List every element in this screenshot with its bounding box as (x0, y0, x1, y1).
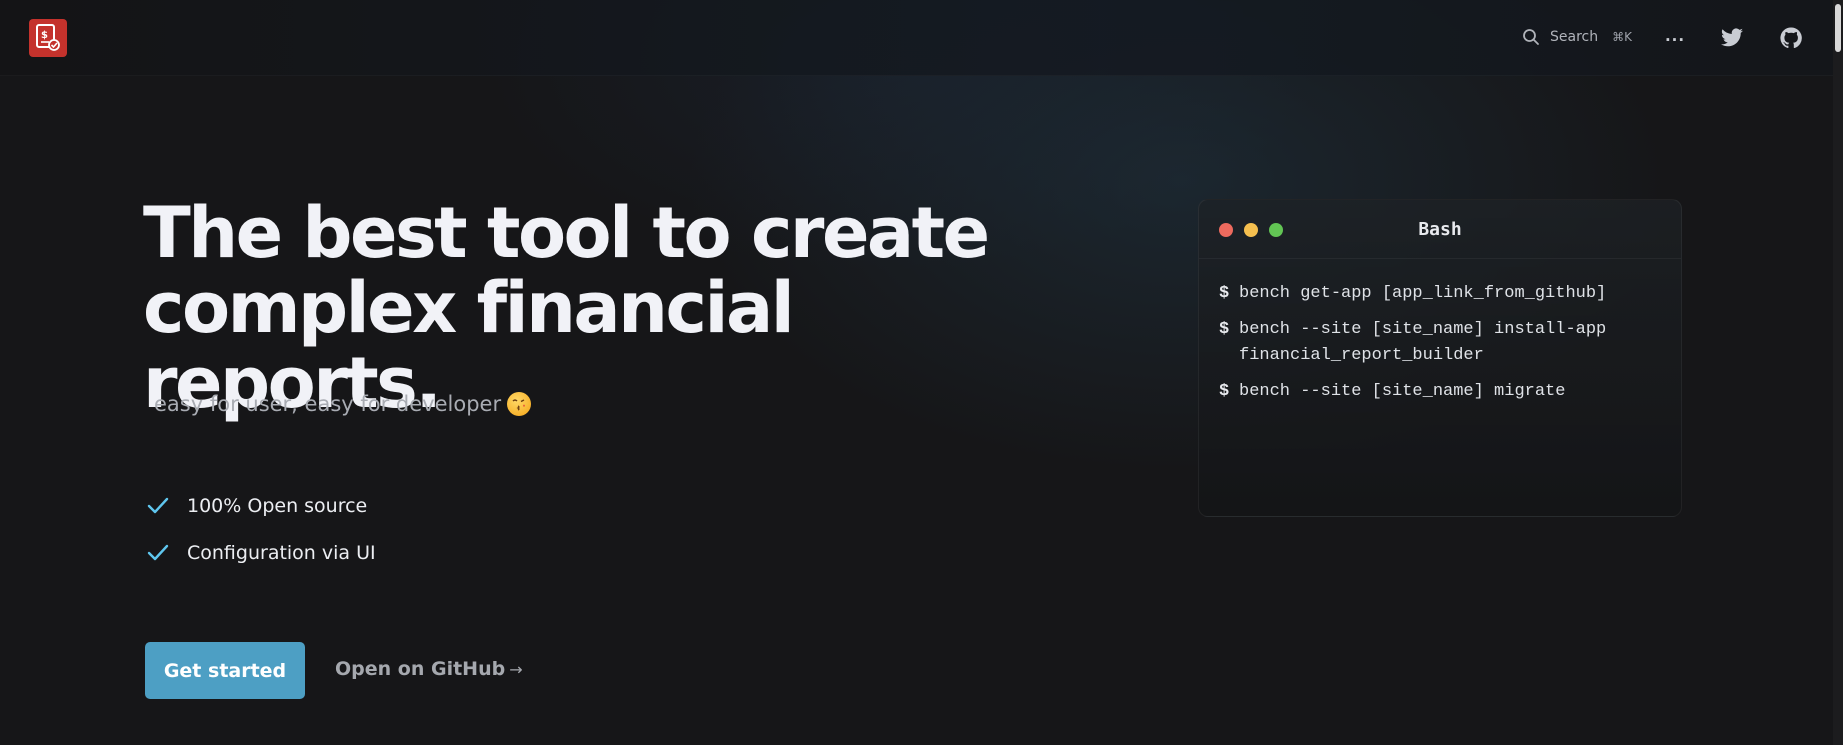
list-item: Configuration via UI (146, 529, 376, 576)
check-icon (147, 497, 169, 513)
terminal-command: bench get-app [app_link_from_github] (1239, 284, 1607, 303)
svg-text:$: $ (41, 30, 48, 41)
search-label: Search (1550, 29, 1599, 45)
hero-title: The best tool to create complex financia… (143, 192, 990, 424)
check-icon (147, 544, 169, 560)
arrow-right-icon: → (509, 660, 523, 679)
financial-report-icon[interactable]: $ (29, 19, 67, 57)
prompt-symbol: $ (1219, 284, 1230, 303)
terminal-body: $ bench get-app [app_link_from_github] $… (1199, 259, 1681, 405)
feature-label: Configuration via UI (187, 541, 376, 564)
close-dot-icon (1219, 223, 1233, 237)
more-menu-button[interactable]: ... (1664, 24, 1686, 50)
feature-list: 100% Open source Configuration via UI (146, 482, 376, 576)
list-item: 100% Open source (146, 482, 376, 529)
search-button[interactable]: Search ⌘K (1522, 24, 1632, 50)
kiss-emoji-icon (507, 392, 532, 416)
twitter-icon[interactable] (1720, 26, 1744, 50)
feature-label: 100% Open source (187, 494, 368, 517)
prompt-symbol: $ (1219, 382, 1230, 401)
terminal-header: Bash (1199, 200, 1681, 259)
terminal-line: $ bench --site [site_name] migrate (1219, 379, 1661, 405)
github-link-label: Open on GitHub (335, 658, 506, 680)
minimize-dot-icon (1244, 223, 1258, 237)
hero-subtitle: easy for user, easy for developer (154, 392, 532, 416)
maximize-dot-icon (1269, 223, 1283, 237)
open-on-github-link[interactable]: Open on GitHub → (335, 658, 523, 680)
github-icon[interactable] (1779, 26, 1803, 50)
terminal-window: Bash $ bench get-app [app_link_from_gith… (1198, 199, 1682, 517)
terminal-command: bench --site [site_name] migrate (1239, 382, 1566, 401)
search-icon (1523, 29, 1539, 45)
search-shortcut: ⌘K (1612, 30, 1632, 44)
page: $ Search ⌘K ... The best tool to create … (0, 0, 1843, 745)
scroll-thumb[interactable] (1835, 4, 1841, 52)
subtitle-text: easy for user, easy for developer (154, 392, 502, 416)
terminal-line: $ bench --site [site_name] install-app f… (1219, 317, 1661, 369)
page-scrollbar[interactable] (1833, 0, 1843, 745)
prompt-symbol: $ (1219, 320, 1230, 339)
terminal-line: $ bench get-app [app_link_from_github] (1219, 281, 1661, 307)
get-started-button[interactable]: Get started (145, 642, 305, 699)
top-navbar: $ Search ⌘K ... (0, 0, 1833, 76)
terminal-command: bench --site [site_name] install-app fin… (1239, 320, 1617, 365)
